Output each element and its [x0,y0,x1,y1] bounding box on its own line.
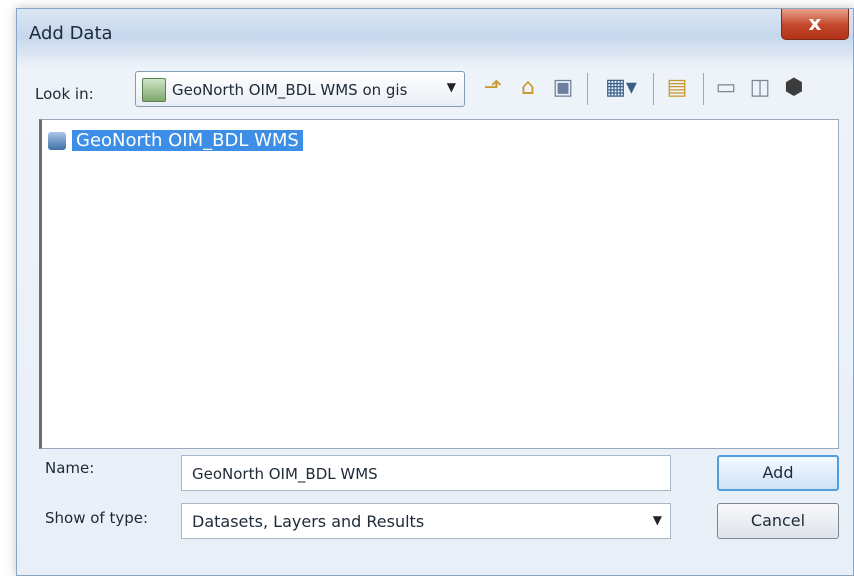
connect-folder-icon[interactable]: ▣ [549,73,577,103]
window-title: Add Data [29,23,113,44]
look-in-dropdown[interactable]: GeoNorth OIM_BDL WMS on gis ▼ [135,71,465,107]
catalog-icon[interactable]: ▭ [711,73,741,103]
add-button[interactable]: Add [717,455,839,491]
wms-layer-icon [48,132,66,150]
cancel-button[interactable]: Cancel [717,503,839,539]
database-icon[interactable]: ⬢ [779,73,809,103]
file-list[interactable]: GeoNorth OIM_BDL WMS [39,119,839,449]
chevron-down-icon: ▼ [446,80,456,94]
list-item[interactable]: GeoNorth OIM_BDL WMS [48,128,303,154]
up-one-level-icon[interactable]: ⬏ [479,73,507,103]
new-folder-icon[interactable]: ▤ [661,73,693,103]
toolbar-separator [587,73,588,105]
list-item-label: GeoNorth OIM_BDL WMS [72,130,303,151]
show-of-type-dropdown[interactable]: Datasets, Layers and Results ▼ [181,503,671,539]
look-in-label: Look in: [35,85,94,103]
view-menu-icon[interactable]: ▦▾ [597,73,645,103]
toolbar-separator [653,73,654,105]
toolbar-separator [703,73,704,105]
show-of-type-label: Show of type: [45,509,149,527]
name-label: Name: [45,459,95,477]
wms-server-icon [142,78,166,102]
add-data-dialog: Add Data x Look in: GeoNorth OIM_BDL WMS… [16,8,854,576]
name-input[interactable]: GeoNorth OIM_BDL WMS [181,455,671,491]
home-icon[interactable]: ⌂ [513,73,543,103]
look-in-value: GeoNorth OIM_BDL WMS on gis [172,81,408,99]
toolbox-icon[interactable]: ◫ [745,73,775,103]
chevron-down-icon: ▼ [652,513,662,527]
show-of-type-value: Datasets, Layers and Results [192,512,425,531]
close-button[interactable]: x [781,9,849,40]
